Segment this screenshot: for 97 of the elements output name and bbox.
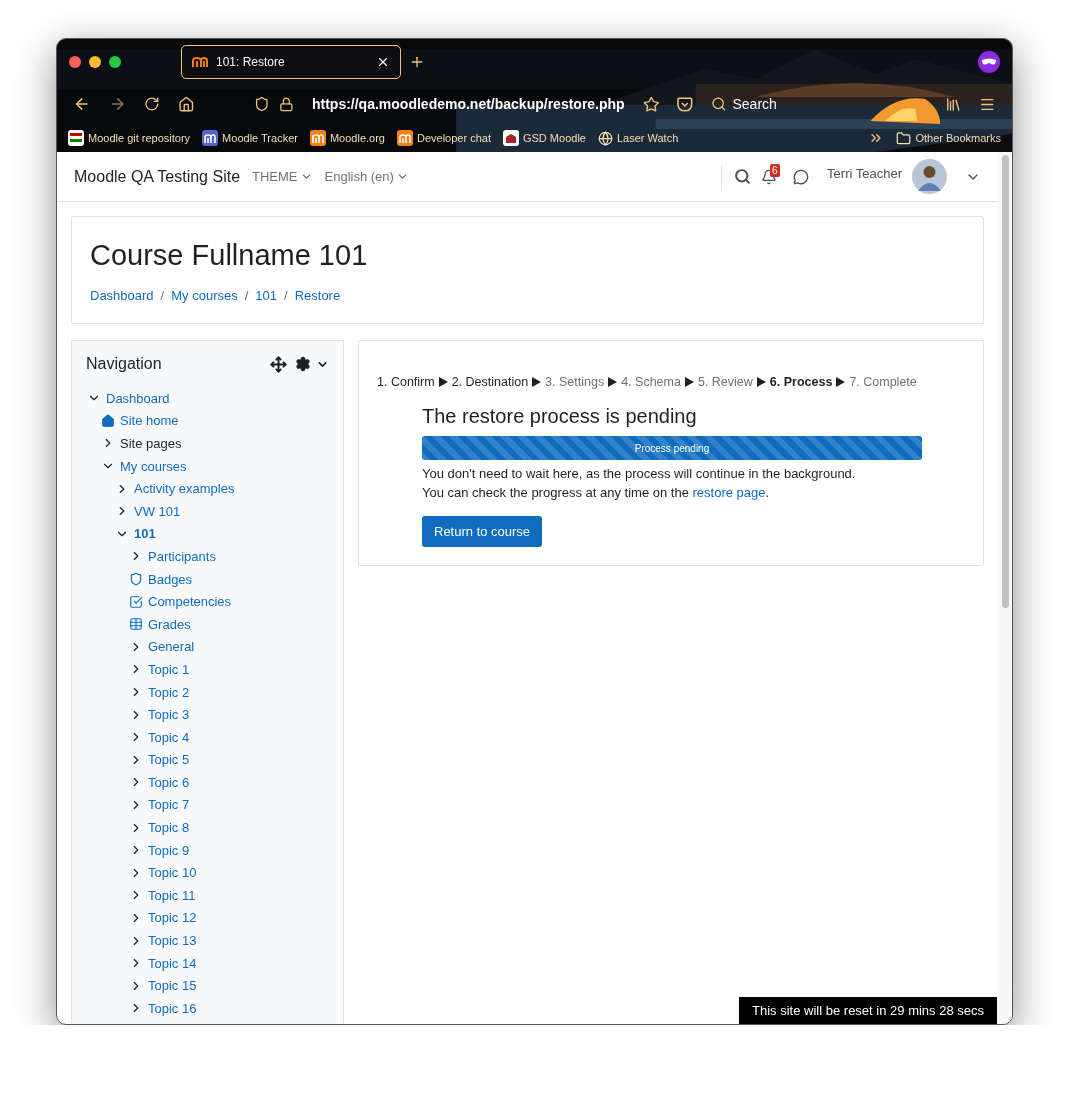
reset-notice: This site will be reset in 29 mins 28 secs xyxy=(739,997,997,1024)
grid-icon xyxy=(68,130,84,146)
nav-link[interactable]: VW 101 xyxy=(134,503,181,519)
site-name[interactable]: Moodle QA Testing Site xyxy=(74,167,241,186)
home-icon xyxy=(101,413,115,428)
star-icon[interactable] xyxy=(642,95,660,113)
breadcrumb-link[interactable]: Dashboard xyxy=(90,288,154,303)
shield-icon[interactable] xyxy=(253,96,270,112)
nav-link[interactable]: My courses xyxy=(120,458,187,474)
library-icon[interactable] xyxy=(944,95,962,113)
search-icon[interactable] xyxy=(734,168,752,185)
nav-link[interactable]: Topic 15 xyxy=(148,978,197,994)
reload-icon[interactable] xyxy=(144,96,160,112)
breadcrumb-separator: / xyxy=(160,288,165,303)
breadcrumb-link[interactable]: My courses xyxy=(171,288,238,303)
progress-label: Process pending xyxy=(633,441,711,456)
nav-link[interactable]: Topic 14 xyxy=(148,955,197,971)
shield-icon xyxy=(129,572,143,587)
globe-icon xyxy=(597,130,613,146)
nav-link[interactable]: General xyxy=(148,639,195,655)
restore-step: 5. Review xyxy=(697,375,753,389)
status-heading: The restore process is pending xyxy=(422,405,698,428)
step-arrow-icon xyxy=(684,377,694,387)
step-arrow-icon xyxy=(756,377,766,387)
moodle-logo-icon xyxy=(202,130,219,146)
nav-link[interactable]: Topic 3 xyxy=(148,707,190,723)
restore-page-link[interactable]: restore page xyxy=(692,485,766,500)
menu-dropdown[interactable]: English (en) xyxy=(324,169,409,184)
nav-link[interactable]: Participants xyxy=(148,548,216,564)
nav-link[interactable]: Site home xyxy=(120,413,179,429)
nav-link[interactable]: Topic 10 xyxy=(148,865,197,881)
nav-link[interactable]: Badges xyxy=(148,571,193,587)
menu-dropdown[interactable]: THEME xyxy=(252,169,313,184)
restore-step: 3. Settings xyxy=(545,375,605,389)
move-icon[interactable] xyxy=(270,355,287,373)
nav-link[interactable]: Topic 7 xyxy=(148,797,190,813)
restore-step: 4. Schema xyxy=(621,375,681,389)
step-arrow-icon xyxy=(532,377,542,387)
nav-link[interactable]: Grades xyxy=(148,616,191,632)
pocket-icon[interactable] xyxy=(677,96,693,112)
nav-link[interactable]: Topic 5 xyxy=(148,752,190,768)
nav-link[interactable]: Topic 6 xyxy=(148,774,190,790)
block-title: Navigation xyxy=(86,355,163,373)
breadcrumb-link[interactable]: Restore xyxy=(294,288,341,303)
info-text: You don't need to wait here, as the process will continue in the background. xyxy=(422,465,857,483)
bookmark[interactable]: GSD Moodle xyxy=(502,130,586,146)
nav-link[interactable]: Topic 9 xyxy=(148,842,190,858)
user-name[interactable]: Terri Teacher xyxy=(827,166,902,181)
breadcrumb-link[interactable]: 101 xyxy=(255,288,278,303)
avatar[interactable] xyxy=(912,159,947,194)
notification-count: 6 xyxy=(770,163,780,177)
restore-step: 6. Process xyxy=(769,375,833,389)
nav-link[interactable]: Topic 12 xyxy=(148,910,197,926)
nav-link[interactable]: Topic 16 xyxy=(148,1000,197,1016)
return-to-course-button[interactable]: Return to course xyxy=(422,516,543,547)
nav-link[interactable]: Competencies xyxy=(148,594,232,610)
home-icon[interactable] xyxy=(177,95,195,113)
nav-link[interactable]: Topic 13 xyxy=(148,933,197,949)
nav-link[interactable]: Topic 1 xyxy=(148,661,190,677)
info-text: You can check the progress at any time on the restore page. xyxy=(422,484,771,502)
tab-title: 101: Restore xyxy=(216,54,286,69)
bookmark[interactable]: Moodle.org xyxy=(309,130,385,146)
bookmark[interactable]: Other Bookmarks xyxy=(896,130,1001,146)
breadcrumb-separator: / xyxy=(284,288,288,303)
step-arrow-icon xyxy=(836,377,846,387)
nav-link[interactable]: 101 xyxy=(134,526,156,542)
nav-link[interactable]: Topic 4 xyxy=(148,729,190,745)
table-icon xyxy=(129,617,143,632)
restore-step: 1. Confirm xyxy=(377,375,435,389)
course-title: Course Fullname 101 xyxy=(90,239,369,272)
step-arrow-icon xyxy=(438,377,448,387)
private-mask-icon xyxy=(978,50,1000,73)
scrollbar[interactable] xyxy=(998,152,1012,1024)
moodle-logo-icon xyxy=(192,56,208,67)
step-arrow-icon xyxy=(608,377,618,387)
browser-tab[interactable]: 101: Restore xyxy=(181,44,401,79)
restore-step: 2. Destination xyxy=(451,375,529,389)
bookmark[interactable]: Developer chat xyxy=(396,130,491,146)
search-icon[interactable] xyxy=(710,96,727,112)
nav-item[interactable]: Site pages xyxy=(120,436,182,451)
folder-icon xyxy=(896,130,912,146)
search-field[interactable]: Search xyxy=(732,96,777,112)
bookmark[interactable]: Moodle git repository xyxy=(68,130,191,146)
chat-icon[interactable] xyxy=(793,168,810,185)
url-field[interactable]: https://qa.moodledemo.net/backup/restore.php xyxy=(311,96,625,112)
nav-link[interactable]: Topic 2 xyxy=(148,684,190,700)
lock-icon[interactable] xyxy=(279,96,294,112)
settings-icon[interactable] xyxy=(295,356,311,372)
bookmark[interactable]: Laser Watch xyxy=(597,130,679,146)
breadcrumb-separator: / xyxy=(244,288,249,303)
nav-link[interactable]: Topic 8 xyxy=(148,820,190,836)
restore-step: 7. Complete xyxy=(849,375,917,389)
nav-link[interactable]: Topic 11 xyxy=(148,887,196,903)
nav-link[interactable]: Dashboard xyxy=(106,390,170,406)
checkbox-icon xyxy=(129,594,143,609)
nav-link[interactable]: Activity examples xyxy=(134,481,235,497)
bookmark[interactable]: Moodle Tracker xyxy=(202,130,298,146)
